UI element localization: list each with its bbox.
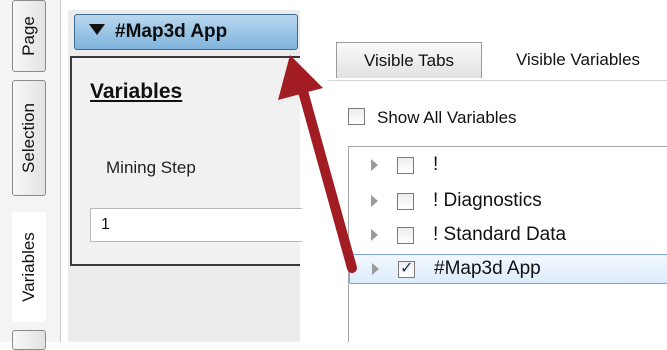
tab-variables[interactable]: Variables	[12, 212, 46, 322]
tree-row-label: ! Diagnostics	[433, 190, 542, 211]
tree-row-label: #Map3d App	[434, 258, 541, 279]
variables-heading: Variables	[90, 80, 183, 103]
tab-visible-tabs[interactable]: Visible Tabs	[336, 42, 482, 78]
checkbox-icon[interactable]	[397, 193, 414, 210]
checkbox-icon[interactable]	[397, 227, 414, 244]
tree-row[interactable]: ! Standard Data	[349, 221, 667, 251]
checked-checkbox-icon[interactable]	[398, 258, 415, 278]
checkbox-icon[interactable]	[348, 108, 365, 126]
tab-visible-variables[interactable]: Visible Variables	[488, 40, 667, 80]
expand-arrow-icon[interactable]	[371, 195, 378, 207]
mining-step-label: Mining Step	[106, 158, 196, 177]
app-dropdown-button[interactable]: #Map3d App	[74, 14, 298, 50]
tab-next[interactable]	[12, 330, 46, 350]
triangle-down-icon	[89, 24, 105, 36]
variables-tree: ! ! Diagnostics ! Standard Data #Map3d A…	[348, 146, 667, 342]
tree-row-selected[interactable]: #Map3d App	[349, 254, 667, 284]
variables-group: Variables Mining Step 1	[70, 56, 302, 266]
show-all-variables-checkbox[interactable]: Show All Variables	[348, 108, 517, 128]
checkbox-icon[interactable]	[397, 157, 414, 174]
tree-row-label: ! Standard Data	[433, 224, 567, 245]
vertical-tab-strip: Page Selection Variables	[0, 0, 61, 350]
expand-arrow-icon[interactable]	[372, 263, 379, 275]
tree-row-label: !	[433, 154, 439, 175]
tab-selection-label: Selection	[19, 103, 38, 173]
visibility-settings-panel: Visible Tabs Visible Variables Show All …	[328, 0, 667, 342]
variables-pane: #Map3d App Variables Mining Step 1	[68, 10, 302, 342]
tree-row[interactable]: ! Diagnostics	[349, 187, 667, 217]
expand-arrow-icon[interactable]	[371, 159, 378, 171]
expand-arrow-icon[interactable]	[371, 229, 378, 241]
show-all-label: Show All Variables	[377, 108, 517, 127]
tab-selection[interactable]: Selection	[12, 80, 46, 196]
mining-step-input[interactable]: 1	[90, 208, 302, 242]
tree-row[interactable]: !	[349, 151, 667, 181]
settings-tab-bar: Visible Tabs Visible Variables	[328, 0, 667, 81]
app-dropdown-label: #Map3d App	[115, 21, 228, 42]
tab-page-label: Page	[19, 16, 38, 56]
tab-page[interactable]: Page	[12, 0, 46, 72]
tab-variables-label: Variables	[19, 232, 38, 302]
